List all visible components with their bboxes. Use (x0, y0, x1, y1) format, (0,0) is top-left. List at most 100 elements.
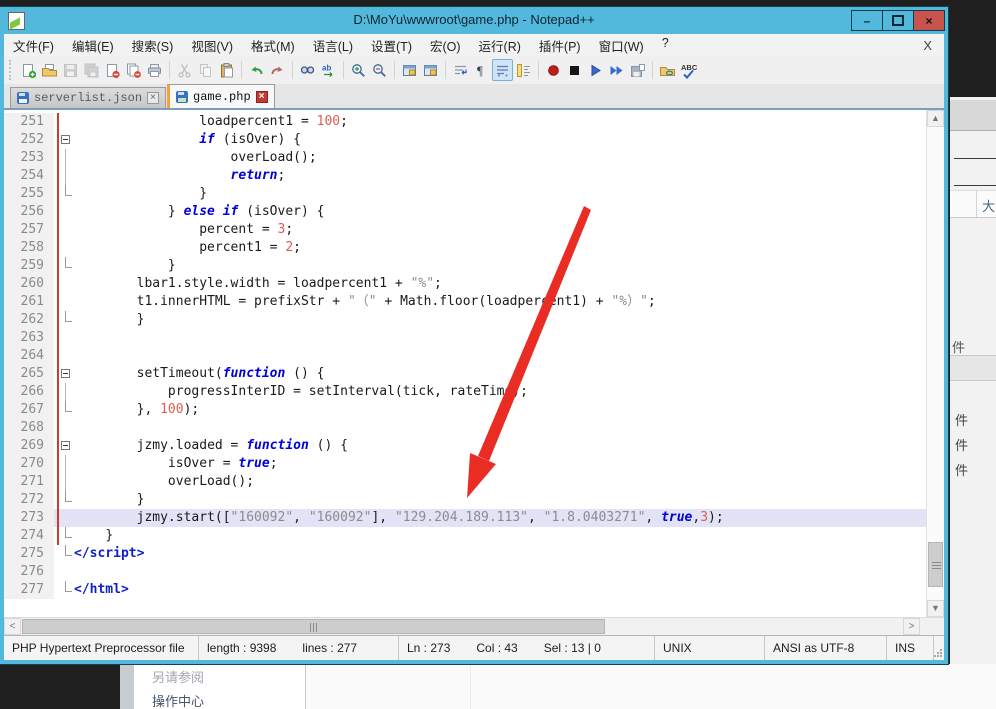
line-number[interactable]: 272 (4, 491, 54, 509)
menu-item-11[interactable]: 窗口(W) (590, 34, 653, 57)
line-number[interactable]: 261 (4, 293, 54, 311)
line-number[interactable]: 257 (4, 221, 54, 239)
fold-margin[interactable] (54, 527, 74, 545)
status-insert-mode[interactable]: INS (895, 641, 915, 655)
horizontal-scroll-thumb[interactable] (22, 619, 605, 634)
code-line[interactable]: }, 100); (74, 401, 927, 419)
code-line[interactable]: } (74, 185, 927, 203)
code-line[interactable]: lbar1.style.width = loadpercent1 + "%"; (74, 275, 927, 293)
line-number[interactable]: 265 (4, 365, 54, 383)
fold-margin[interactable] (54, 545, 74, 563)
show-paragraph-marks-button[interactable]: ¶ (471, 59, 492, 81)
line-number[interactable]: 273 (4, 509, 54, 527)
line-number[interactable]: 264 (4, 347, 54, 365)
save-button[interactable] (60, 59, 81, 81)
vertical-scroll-thumb[interactable] (928, 542, 943, 587)
fold-margin[interactable] (54, 329, 74, 347)
copy-button[interactable] (195, 59, 216, 81)
code-line[interactable] (74, 419, 927, 437)
line-number[interactable]: 266 (4, 383, 54, 401)
code-line[interactable]: if (isOver) { (74, 131, 927, 149)
fold-margin[interactable] (54, 113, 74, 131)
code-line[interactable]: setTimeout(function () { (74, 365, 927, 383)
code-line[interactable]: } (74, 311, 927, 329)
word-wrap-button[interactable] (450, 59, 471, 81)
record-macro-button[interactable] (543, 59, 564, 81)
fold-collapse-icon[interactable] (61, 135, 70, 144)
fold-margin[interactable] (54, 437, 74, 455)
code-line[interactable]: isOver = true; (74, 455, 927, 473)
titlebar[interactable]: D:\MoYu\wwwroot\game.php - Notepad++ – × (0, 7, 948, 34)
scroll-right-arrow[interactable]: > (903, 618, 920, 635)
find-button[interactable] (297, 59, 318, 81)
line-number[interactable]: 254 (4, 167, 54, 185)
fold-margin[interactable] (54, 131, 74, 149)
scroll-down-arrow[interactable]: ▼ (927, 600, 944, 617)
paste-button[interactable] (216, 59, 237, 81)
code-line[interactable]: } (74, 257, 927, 275)
fold-collapse-icon[interactable] (61, 441, 70, 450)
save-all-button[interactable] (81, 59, 102, 81)
line-number[interactable]: 262 (4, 311, 54, 329)
play-macro-button[interactable] (585, 59, 606, 81)
fold-margin[interactable] (54, 221, 74, 239)
code-line[interactable] (74, 347, 927, 365)
cut-button[interactable] (174, 59, 195, 81)
horizontal-scrollbar[interactable]: < > (4, 617, 944, 635)
fold-margin[interactable] (54, 365, 74, 383)
line-number[interactable]: 270 (4, 455, 54, 473)
line-number[interactable]: 260 (4, 275, 54, 293)
menubar-close-icon[interactable]: X (923, 38, 932, 53)
code-line[interactable]: jzmy.start(["160092", "160092"], "129.20… (74, 509, 927, 527)
scroll-left-arrow[interactable]: < (4, 618, 21, 635)
editor[interactable]: 251 loadpercent1 = 100;252 if (isOver) {… (4, 110, 944, 617)
line-number[interactable]: 269 (4, 437, 54, 455)
fold-margin[interactable] (54, 419, 74, 437)
redo-button[interactable] (267, 59, 288, 81)
menu-item-6[interactable]: 语言(L) (304, 34, 362, 57)
code-line[interactable]: </script> (74, 545, 927, 563)
line-number[interactable]: 267 (4, 401, 54, 419)
line-number[interactable]: 251 (4, 113, 54, 131)
line-number[interactable]: 253 (4, 149, 54, 167)
save-macro-button[interactable] (627, 59, 648, 81)
code-line[interactable]: progressInterID = setInterval(tick, rate… (74, 383, 927, 401)
fold-margin[interactable] (54, 581, 74, 599)
tab-close-icon[interactable]: × (256, 91, 268, 103)
fold-margin[interactable] (54, 275, 74, 293)
scroll-up-arrow[interactable]: ▲ (927, 110, 944, 127)
line-number[interactable]: 259 (4, 257, 54, 275)
fold-margin[interactable] (54, 239, 74, 257)
fold-margin[interactable] (54, 347, 74, 365)
code-line[interactable] (74, 563, 927, 581)
zoom-out-button[interactable] (369, 59, 390, 81)
code-line[interactable]: percent1 = 2; (74, 239, 927, 257)
fold-margin[interactable] (54, 167, 74, 185)
fold-margin[interactable] (54, 293, 74, 311)
fold-margin[interactable] (54, 563, 74, 581)
show-all-characters-button[interactable] (492, 59, 513, 81)
fold-margin[interactable] (54, 455, 74, 473)
code-line[interactable]: jzmy.loaded = function () { (74, 437, 927, 455)
sync-horizontal-scroll-button[interactable] (420, 59, 441, 81)
line-number[interactable]: 277 (4, 581, 54, 599)
tab-close-icon[interactable]: × (147, 92, 159, 104)
code-line[interactable]: overLoad(); (74, 473, 927, 491)
print-button[interactable] (144, 59, 165, 81)
fold-margin[interactable] (54, 203, 74, 221)
code-line[interactable]: t1.innerHTML = prefixStr + "（" + Math.fl… (74, 293, 927, 311)
code-line[interactable]: percent = 3; (74, 221, 927, 239)
fold-margin[interactable] (54, 257, 74, 275)
resize-grip[interactable] (933, 648, 942, 657)
plugin-command-button[interactable] (657, 59, 678, 81)
code-line[interactable]: } (74, 527, 927, 545)
line-number[interactable]: 268 (4, 419, 54, 437)
fold-margin[interactable] (54, 149, 74, 167)
menu-item-3[interactable]: 搜索(S) (123, 34, 183, 57)
menu-item-4[interactable]: 视图(V) (182, 34, 242, 57)
code-line[interactable]: } else if (isOver) { (74, 203, 927, 221)
menu-item-5[interactable]: 格式(M) (242, 34, 304, 57)
replace-button[interactable]: ab (318, 59, 339, 81)
line-number[interactable]: 276 (4, 563, 54, 581)
line-number[interactable]: 258 (4, 239, 54, 257)
